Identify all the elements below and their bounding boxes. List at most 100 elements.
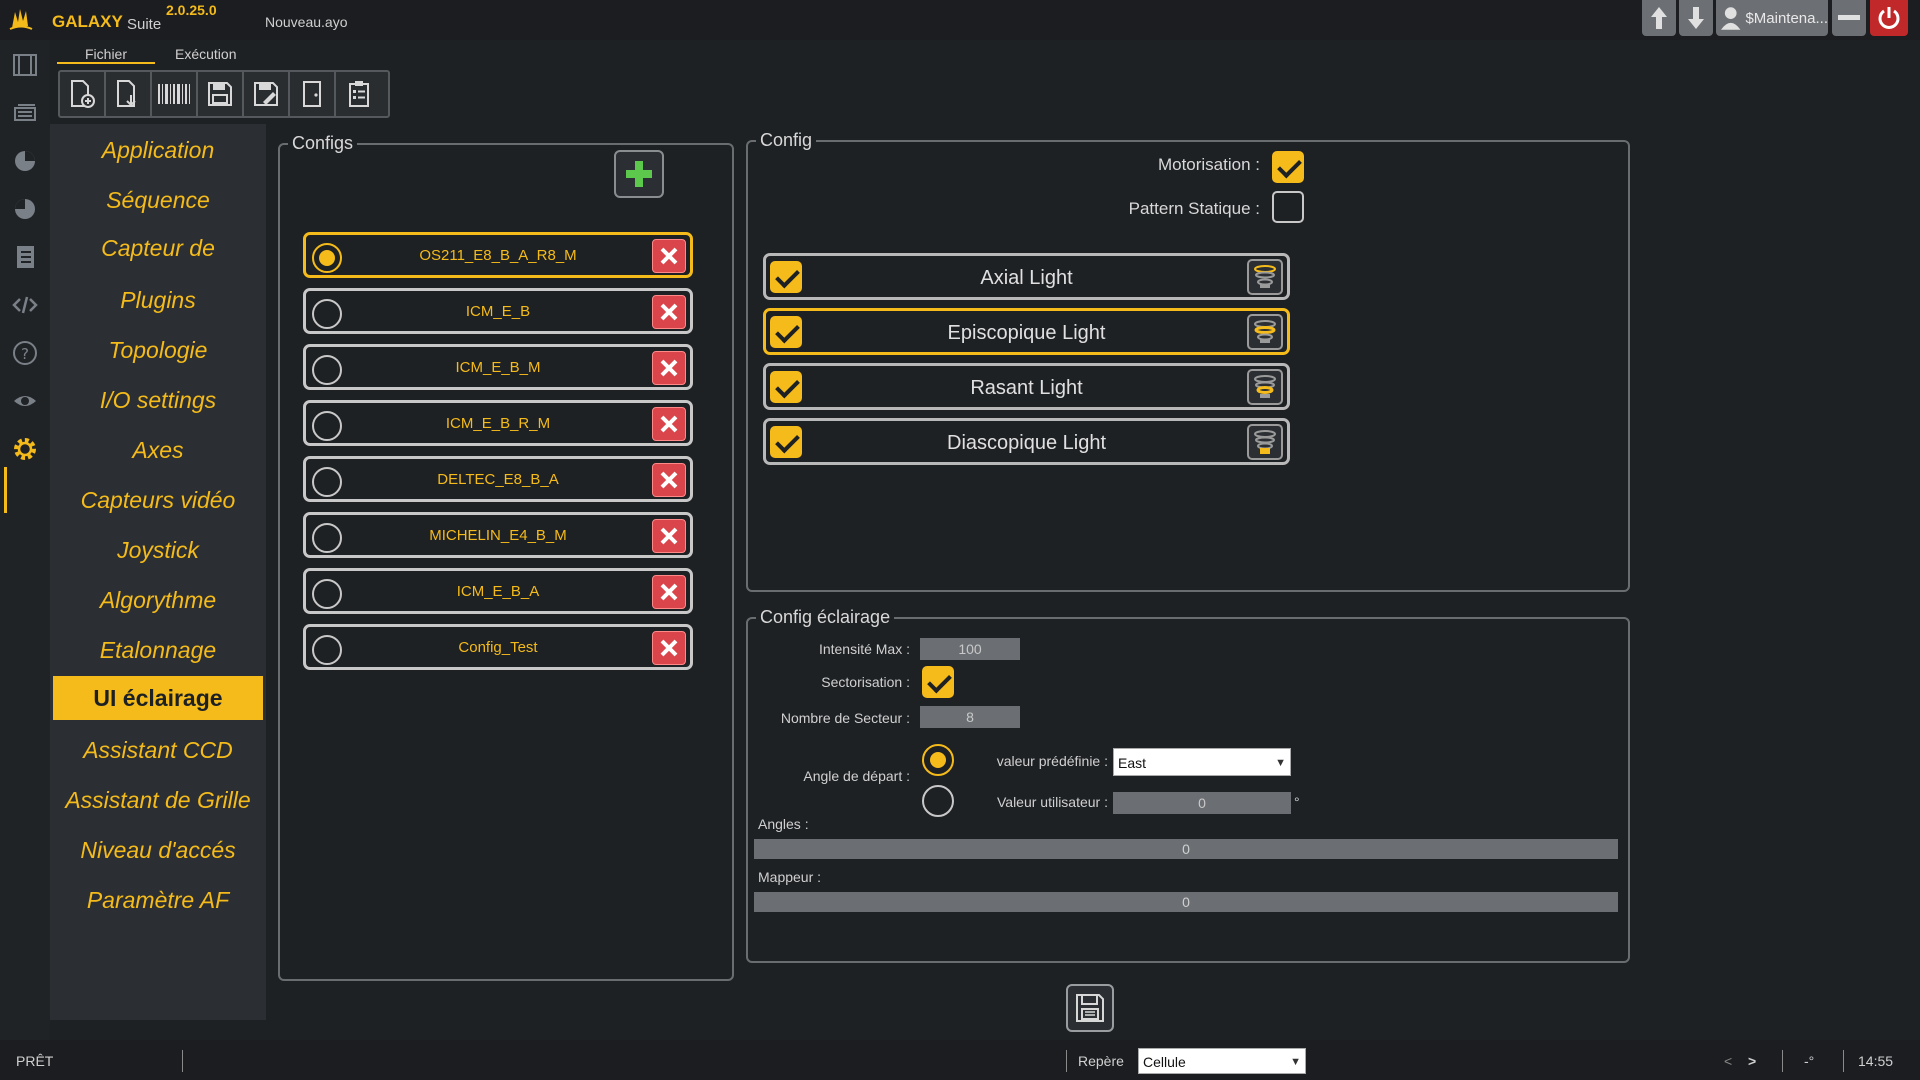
config-radio[interactable]	[312, 355, 342, 385]
tab-execution[interactable]: Exécution	[175, 46, 236, 62]
light-row-episcopique[interactable]: Episcopique Light	[763, 308, 1290, 355]
nav-item-axes[interactable]: Axes	[53, 428, 263, 472]
minimize-button[interactable]	[1832, 0, 1866, 36]
light-row-axial[interactable]: Axial Light	[763, 253, 1290, 300]
film-icon[interactable]	[10, 50, 40, 80]
predefined-value-select[interactable]: East ▼	[1113, 748, 1291, 776]
notebook-icon[interactable]	[10, 242, 40, 272]
config-item[interactable]: ICM_E_B_A	[303, 568, 693, 614]
checklist-button[interactable]	[336, 72, 382, 116]
add-config-button[interactable]	[614, 150, 664, 198]
light-checkbox[interactable]	[770, 371, 802, 403]
delete-config-button[interactable]	[652, 575, 686, 609]
help-icon[interactable]: ?	[10, 338, 40, 368]
pattern-statique-checkbox[interactable]	[1272, 191, 1304, 223]
nombre-secteur-label: Nombre de Secteur :	[780, 710, 910, 726]
close-icon	[660, 583, 678, 601]
delete-config-button[interactable]	[652, 463, 686, 497]
nav-item-capteur[interactable]: Capteur de	[53, 226, 263, 270]
upload-button[interactable]	[1642, 0, 1676, 36]
config-radio[interactable]	[312, 299, 342, 329]
delete-config-button[interactable]	[652, 239, 686, 273]
config-item[interactable]: DELTEC_E8_B_A	[303, 456, 693, 502]
nav-item-capteurs-video[interactable]: Capteurs vidéo	[53, 478, 263, 522]
exit-button[interactable]	[290, 72, 336, 116]
delete-config-button[interactable]	[652, 519, 686, 553]
user-button[interactable]: $Maintena...	[1716, 0, 1828, 36]
save-as-button[interactable]	[244, 72, 290, 116]
rasant-lamp-icon[interactable]	[1247, 369, 1283, 405]
angles-field[interactable]: 0	[754, 839, 1618, 859]
config-item[interactable]: Config_Test	[303, 624, 693, 670]
nav-item-assistant-grille[interactable]: Assistant de Grille	[53, 778, 263, 822]
ribbon-toolbar	[58, 70, 390, 118]
light-row-diascopique[interactable]: Diascopique Light	[763, 418, 1290, 465]
svg-text:?: ?	[21, 345, 29, 363]
light-checkbox[interactable]	[770, 316, 802, 348]
download-button[interactable]	[1679, 0, 1713, 36]
save-button[interactable]	[198, 72, 244, 116]
open-file-button[interactable]	[106, 72, 152, 116]
config-item[interactable]: MICHELIN_E4_B_M	[303, 512, 693, 558]
nav-item-plugins[interactable]: Plugins	[53, 278, 263, 322]
nav-item-application[interactable]: Application	[53, 128, 263, 172]
light-checkbox[interactable]	[770, 426, 802, 458]
config-radio[interactable]	[312, 411, 342, 441]
config-item[interactable]: OS211_E8_B_A_R8_M	[303, 232, 693, 278]
config-item[interactable]: ICM_E_B_R_M	[303, 400, 693, 446]
pie-chart-icon[interactable]	[10, 146, 40, 176]
close-icon	[660, 247, 678, 265]
delete-config-button[interactable]	[652, 631, 686, 665]
delete-config-button[interactable]	[652, 351, 686, 385]
intensite-max-field[interactable]: 100	[920, 638, 1020, 660]
config-radio[interactable]	[312, 467, 342, 497]
nombre-secteur-field[interactable]: 8	[920, 706, 1020, 728]
user-value-radio[interactable]	[922, 785, 954, 817]
config-radio[interactable]	[312, 243, 342, 273]
tab-fichier[interactable]: Fichier	[85, 46, 127, 62]
motorisation-checkbox[interactable]	[1272, 151, 1304, 183]
episcopique-lamp-icon[interactable]	[1247, 314, 1283, 350]
nav-item-sequence[interactable]: Séquence	[53, 178, 263, 222]
barcode-button[interactable]	[152, 72, 198, 116]
power-button[interactable]	[1870, 0, 1908, 36]
nav-prev-button[interactable]: <	[1724, 1053, 1732, 1069]
nav-item-ui-eclairage[interactable]: UI éclairage	[53, 676, 263, 720]
delete-config-button[interactable]	[652, 295, 686, 329]
save-config-button[interactable]	[1066, 984, 1114, 1032]
mappeur-field[interactable]: 0	[754, 892, 1618, 912]
angle-depart-label: Angle de départ :	[803, 768, 910, 784]
nav-item-assistant-ccd[interactable]: Assistant CCD	[53, 728, 263, 772]
axial-lamp-icon[interactable]	[1247, 259, 1283, 295]
config-radio[interactable]	[312, 523, 342, 553]
diascopique-lamp-icon[interactable]	[1247, 424, 1283, 460]
config-radio[interactable]	[312, 579, 342, 609]
document-name: Nouveau.ayo	[265, 14, 348, 30]
light-row-rasant[interactable]: Rasant Light	[763, 363, 1290, 410]
config-name: MICHELIN_E4_B_M	[429, 527, 567, 544]
user-value-field[interactable]: 0	[1113, 792, 1291, 814]
nav-item-io-settings[interactable]: I/O settings	[53, 378, 263, 422]
nav-item-parametre-af[interactable]: Paramètre AF	[53, 878, 263, 922]
nav-item-joystick[interactable]: Joystick	[53, 528, 263, 572]
pie-chart-alt-icon[interactable]	[10, 194, 40, 224]
layers-icon[interactable]	[10, 98, 40, 128]
brand-suite: Suite	[127, 16, 162, 33]
new-file-button[interactable]	[60, 72, 106, 116]
nav-next-button[interactable]: >	[1748, 1053, 1756, 1069]
config-radio[interactable]	[312, 635, 342, 665]
code-icon[interactable]	[10, 290, 40, 320]
eye-icon[interactable]	[10, 386, 40, 416]
config-item[interactable]: ICM_E_B	[303, 288, 693, 334]
config-item[interactable]: ICM_E_B_M	[303, 344, 693, 390]
sectorisation-checkbox[interactable]	[922, 666, 954, 698]
nav-item-topologie[interactable]: Topologie	[53, 328, 263, 372]
predefined-value-radio[interactable]	[922, 744, 954, 776]
nav-item-niveau-acces[interactable]: Niveau d'accés	[53, 828, 263, 872]
nav-item-etalonnage[interactable]: Etalonnage	[53, 628, 263, 672]
settings-gear-icon[interactable]	[10, 434, 40, 464]
repere-select[interactable]: Cellule ▼	[1138, 1048, 1306, 1074]
delete-config-button[interactable]	[652, 407, 686, 441]
light-checkbox[interactable]	[770, 261, 802, 293]
nav-item-algorythme[interactable]: Algorythme	[53, 578, 263, 622]
